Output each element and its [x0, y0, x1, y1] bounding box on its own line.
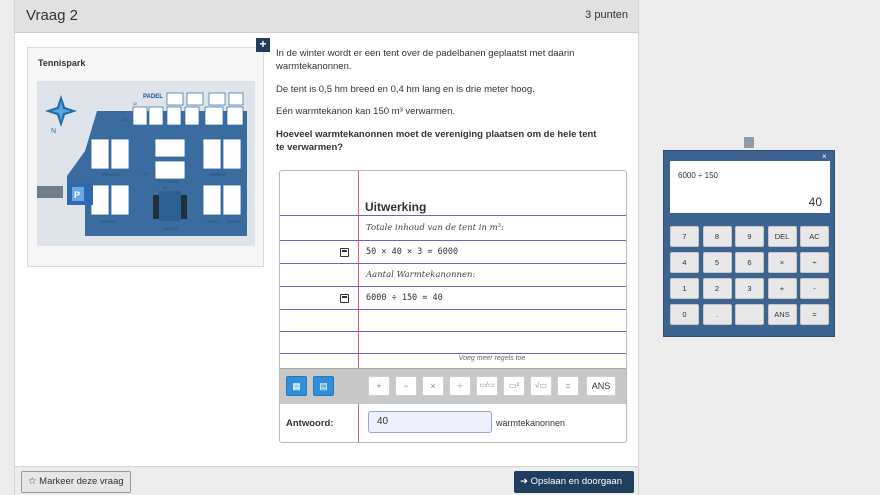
calculator-toggle-icon[interactable]: ▤: [313, 376, 334, 396]
ans-button[interactable]: ANS: [586, 376, 616, 396]
calc-key[interactable]: 8: [702, 226, 732, 247]
svg-text:KANTINE: KANTINE: [163, 227, 178, 231]
padel-label: PADEL: [143, 94, 163, 100]
calc-key[interactable]: 9: [735, 226, 764, 247]
equals-button[interactable]: =: [557, 376, 579, 396]
question-prompt: Hoeveel warmtekanonnen moet de verenigin…: [276, 129, 597, 153]
calc-key[interactable]: 4: [670, 252, 699, 273]
worksheet-row[interactable]: Aantal Warmtekanonnen:: [280, 264, 626, 287]
worksheet: Uitwerking Totale inhoud van de tent in …: [279, 170, 627, 443]
arrow-right-icon: ➜: [520, 476, 531, 487]
parking-label: P: [74, 190, 80, 200]
worksheet-row[interactable]: [280, 332, 626, 354]
calc-key[interactable]: -: [800, 278, 829, 299]
svg-text:DOELEN: DOELEN: [101, 220, 115, 224]
calculator: × 6000 ÷ 150 40 7 8 9 DEL AC 4 5 6 × ÷ 1 2 3 + -0. ANS =: [663, 150, 835, 337]
calc-key[interactable]: +: [767, 278, 797, 299]
worksheet-heading-row: [280, 171, 626, 216]
calculator-icon: [340, 294, 349, 303]
question-header: Vraag 2 3 punten: [15, 0, 638, 33]
tennispark-map: N PADEL P 10 20 13 25 SPARKSPEL CLUBHUIS…: [37, 81, 255, 246]
calc-key[interactable]: 5: [702, 252, 732, 273]
answer-unit: warmtekanonnen: [496, 418, 566, 428]
svg-text:DOELEN: DOELEN: [227, 220, 241, 224]
calc-key[interactable]: ×: [767, 252, 797, 273]
add-rows-link[interactable]: Voeg meer regels toe: [358, 355, 626, 362]
question-paragraph-2: De tent is 0,5 hm breed en 0,4 hm lang e…: [276, 84, 535, 95]
answer-label: Antwoord:: [286, 418, 334, 429]
svg-text:ZONE 3: ZONE 3: [207, 220, 219, 224]
question-title: Vraag 2: [26, 7, 78, 24]
mark-question-button[interactable]: ☆ Markeer deze vraag: [21, 471, 131, 493]
sqrt-button[interactable]: √▭: [530, 376, 552, 396]
svg-text:VERKEER: VERKEER: [209, 173, 226, 177]
svg-text:10: 10: [133, 102, 137, 106]
calc-key[interactable]: 6: [735, 252, 764, 273]
parking-sign: P: [67, 183, 93, 205]
calc-key[interactable]: ÷: [800, 252, 829, 273]
worksheet-heading: Uitwerking: [365, 200, 427, 214]
plus-button[interactable]: +: [368, 376, 390, 396]
calculator-result: 40: [808, 195, 822, 209]
fraction-button[interactable]: ▭/▭: [476, 376, 498, 396]
svg-text:25: 25: [163, 186, 167, 190]
calculator-drag-handle[interactable]: [744, 137, 754, 148]
question-paragraph-3: Eén warmtekanon kan 150 m³ verwarmen.: [276, 106, 455, 117]
square-button[interactable]: ▭²: [503, 376, 525, 396]
svg-text:13: 13: [143, 172, 147, 176]
question-panel: Vraag 2 3 punten Tennispark N PADEL P 10…: [14, 0, 639, 495]
worksheet-row[interactable]: Totale inhoud van de tent in m³:: [280, 216, 626, 241]
svg-text:SPARKSPEL: SPARKSPEL: [101, 173, 121, 177]
expand-image-button[interactable]: +: [256, 38, 270, 52]
calc-key[interactable]: 3: [735, 278, 764, 299]
calc-key[interactable]: =: [800, 304, 829, 325]
calc-key[interactable]: DEL: [767, 226, 797, 247]
calc-key[interactable]: [735, 304, 764, 325]
calculator-icon: [340, 248, 349, 257]
math-toolbar: ▦ ▤ + − × ÷ ▭/▭ ▭² √▭ = ANS: [280, 368, 626, 404]
svg-text:20: 20: [123, 118, 127, 122]
footer-bar: ☆ Markeer deze vraag ➜ Opslaan en doorga…: [15, 466, 638, 495]
svg-text:CLUBHUIS: CLUBHUIS: [161, 180, 179, 184]
svg-text:N: N: [51, 128, 56, 135]
calc-key[interactable]: 2: [702, 278, 732, 299]
minus-button[interactable]: −: [395, 376, 417, 396]
question-points: 3 punten: [585, 9, 628, 21]
map-card: Tennispark N PADEL P 10 20 13 25 SPARKSP…: [27, 47, 264, 267]
calc-key[interactable]: .: [702, 304, 732, 325]
close-icon[interactable]: ×: [822, 152, 827, 161]
answer-input[interactable]: 40: [368, 411, 492, 433]
times-button[interactable]: ×: [422, 376, 444, 396]
save-continue-button[interactable]: ➜ Opslaan en doorgaan: [514, 471, 634, 493]
table-icon[interactable]: ▦: [286, 376, 307, 396]
calc-key[interactable]: 1: [670, 278, 699, 299]
worksheet-row[interactable]: 6000 ÷ 150 = 40: [280, 287, 626, 310]
divide-button[interactable]: ÷: [449, 376, 471, 396]
calc-key[interactable]: ANS: [767, 304, 797, 325]
map-title: Tennispark: [38, 58, 86, 68]
worksheet-row[interactable]: 50 × 40 × 3 = 6000: [280, 241, 626, 264]
calculator-display: 6000 ÷ 150 40: [670, 161, 830, 213]
question-paragraph-1: In de winter wordt er een tent over de p…: [276, 48, 575, 72]
calc-key[interactable]: 0: [670, 304, 699, 325]
answer-row: Antwoord: 40 warmtekanonnen: [280, 404, 626, 442]
calculator-expression: 6000 ÷ 150: [678, 171, 718, 180]
worksheet-row[interactable]: [280, 310, 626, 332]
calc-key[interactable]: 7: [670, 226, 699, 247]
star-icon: ☆: [28, 476, 40, 487]
calc-key[interactable]: AC: [800, 226, 829, 247]
